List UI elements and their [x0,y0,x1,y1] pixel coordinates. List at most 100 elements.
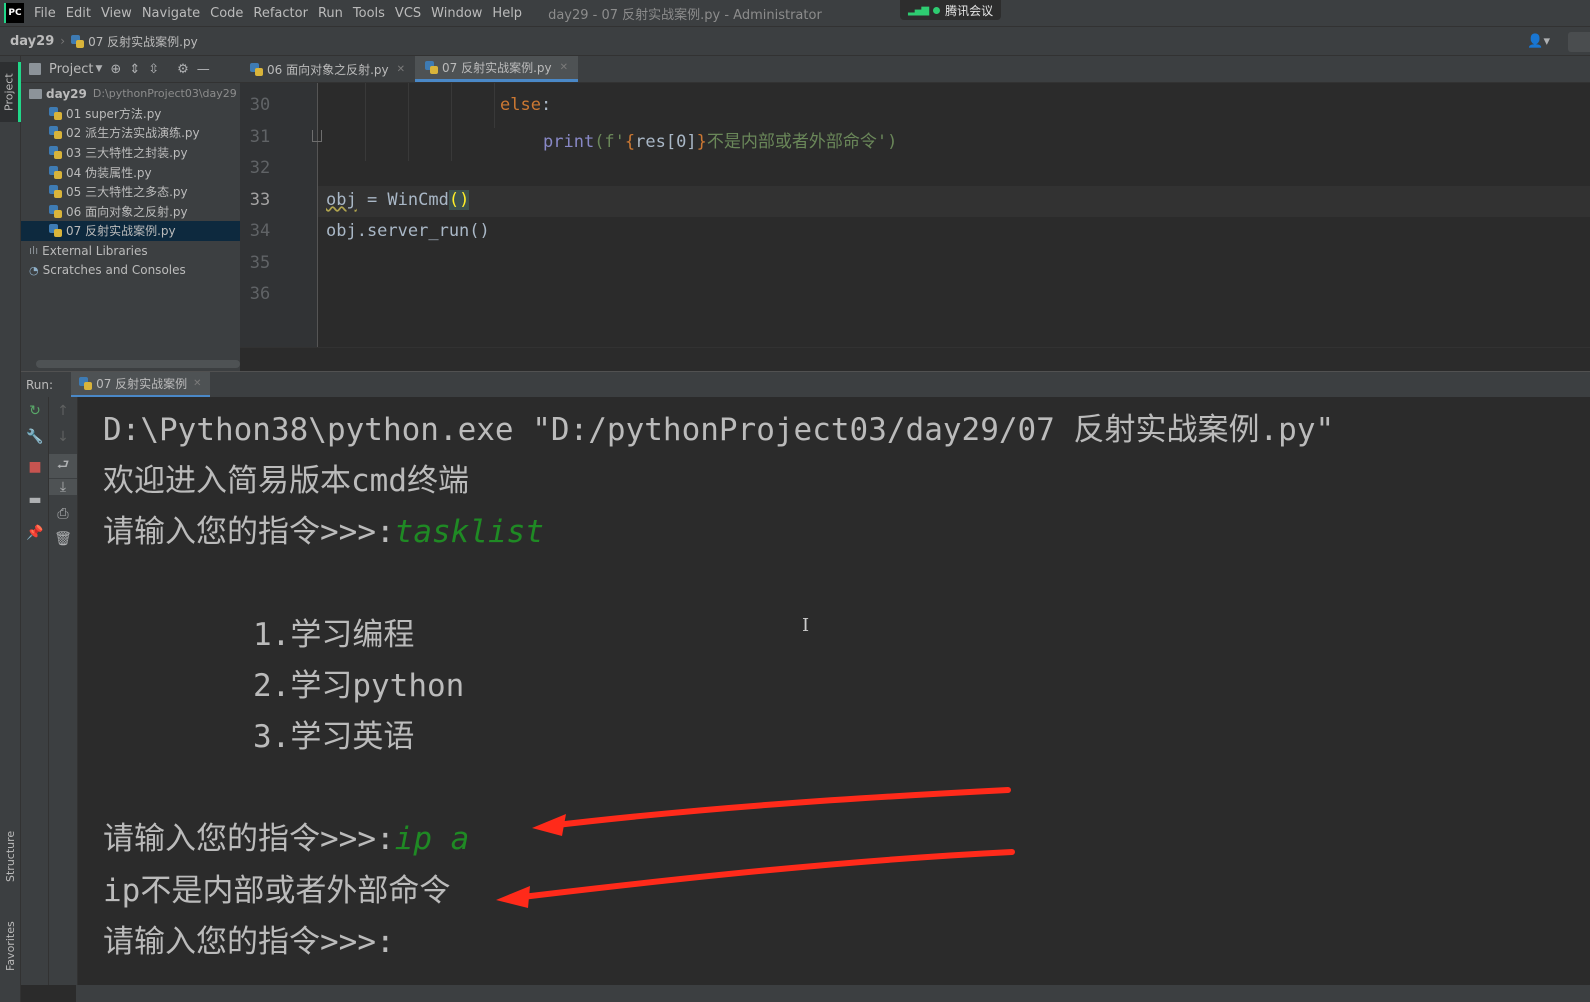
console-prompt-text: 请输入您的指令>>>: [103,514,395,550]
scroll-to-end-icon[interactable]: ⤓ [49,479,77,495]
code-token: = WinCmd [356,190,449,210]
editor-horizontal-scrollbar[interactable] [240,347,1590,371]
tree-file-selected[interactable]: 07 反射实战案例.py [21,221,240,241]
locate-icon[interactable]: ⊕ [110,62,121,77]
breadcrumb-separator-icon: › [60,34,66,48]
tool-tab-favorites[interactable]: Favorites [0,906,21,986]
rerun-icon[interactable]: ↻ [21,403,49,419]
python-file-icon [49,126,62,140]
code-editor[interactable]: 30 31 32 33 34 35 36 else: print(f'{res[… [240,83,1590,347]
console-menu-item: 1.学习编程 [253,617,415,653]
soft-wrap-icon[interactable]: ⮐ [49,454,77,478]
editor-tab-06[interactable]: 06 面向对象之反射.py ✕ [240,56,415,82]
run-tab-label: 07 反射实战案例 [96,376,188,391]
console-menu-item: 3.学习英语 [253,719,415,755]
pycharm-logo: PC [4,3,24,23]
code-token: obj [326,190,357,210]
python-file-icon [49,165,62,179]
current-line-highlight [318,186,1590,217]
menu-vcs[interactable]: VCS [395,6,421,21]
menu-window[interactable]: Window [431,6,482,21]
line-number: 32 [249,158,271,178]
project-view-selector[interactable]: Project [49,62,93,77]
console-prompt-2: 请输入您的指令>>>:ip a [103,813,469,858]
close-icon[interactable]: ✕ [193,378,201,389]
tree-file[interactable]: 03 三大特性之封装.py [21,143,240,163]
layout-icon[interactable]: ▬ [21,492,49,508]
tree-root[interactable]: day29 D:\pythonProject03\day29 [21,84,240,104]
tool-tab-project[interactable]: Project [0,62,21,122]
editor-tab-label: 07 反射实战案例.py [442,61,552,75]
line-number-gutter: 30 31 32 33 34 35 36 [240,83,322,347]
trash-icon[interactable]: 🗑 [49,531,77,547]
run-console[interactable]: D:\Python38\python.exe "D:/pythonProject… [78,397,1590,985]
tree-file[interactable]: 01 super方法.py [21,104,240,124]
stop-icon[interactable]: ■ [21,459,49,475]
line-number: 36 [249,284,271,304]
editor-tab-07[interactable]: 07 反射实战案例.py ✕ [415,56,579,82]
hide-panel-icon[interactable]: — [197,62,210,77]
code-token: res[0] [635,132,697,152]
tree-file[interactable]: 06 面向对象之反射.py [21,202,240,222]
console-prompt-3: 请输入您的指令>>>: [103,924,395,960]
fold-marker-icon[interactable] [312,130,322,142]
expand-all-icon[interactable]: ⇕ [129,62,140,77]
code-line-33: obj = WinCmd() [326,190,470,210]
code-token: ') [876,132,898,152]
wrench-icon[interactable]: 🔧 [21,429,49,445]
project-toolbar: Project ▼ ⊕ ⇕ ⇳ ⚙ — [21,56,240,83]
pin-icon[interactable]: 📌 [21,525,49,541]
breadcrumb-file[interactable]: 07 反射实战案例.py [71,33,198,50]
menu-navigate[interactable]: Navigate [142,6,200,21]
code-token: 不是内部或者外部命令 [706,132,877,152]
menu-refactor[interactable]: Refactor [253,6,308,21]
project-horizontal-scrollbar[interactable] [36,360,240,368]
meeting-indicator[interactable]: ▂▄▆ 腾讯会议 [900,0,1002,20]
tree-file-label: 02 派生方法实战演练.py [66,126,200,141]
menu-view[interactable]: View [101,6,132,21]
run-toolbar-secondary: ↑ ↓ ⮐ ⤓ ⎙ 🗑 [49,397,78,1002]
code-token: print [543,132,595,152]
arrow-up-icon[interactable]: ↑ [49,403,77,419]
line-number: 30 [249,95,271,115]
project-view-icon [29,63,41,75]
menu-edit[interactable]: Edit [66,6,91,21]
console-user-input: tasklist [394,514,544,550]
menu-run[interactable]: Run [318,6,343,21]
menu-file[interactable]: File [34,6,56,21]
tree-file-label: 06 面向对象之反射.py [66,204,188,219]
line-number: 34 [249,221,271,241]
python-file-icon [79,376,93,390]
run-tab[interactable]: 07 反射实战案例 ✕ [71,371,210,398]
print-icon[interactable]: ⎙ [49,506,77,522]
code-line-31: print(f'{res[0]}不是内部或者外部命令') [543,127,897,152]
indent-guide [494,83,495,128]
chevron-down-icon[interactable]: ▼ [95,64,102,74]
line-number: 31 [249,127,271,147]
tree-file[interactable]: 02 派生方法实战演练.py [21,123,240,143]
tree-file[interactable]: 05 三大特性之多态.py [21,182,240,202]
breadcrumb-file-label: 07 反射实战案例.py [88,34,198,49]
tree-file[interactable]: 04 伪装属性.py [21,162,240,182]
menu-help[interactable]: Help [492,6,522,21]
menu-code[interactable]: Code [210,6,243,21]
tool-tab-structure[interactable]: Structure [0,816,21,896]
close-icon[interactable]: ✕ [397,64,405,75]
console-horizontal-scrollbar[interactable] [21,985,76,1002]
run-config-icon[interactable] [1568,32,1590,52]
tree-external-libraries[interactable]: ılı External Libraries [21,241,240,261]
user-account-icon[interactable]: 👤▾ [1527,34,1550,49]
arrow-down-icon[interactable]: ↓ [49,429,77,445]
python-file-icon [425,61,439,74]
tree-root-name: day29 [46,86,87,101]
tree-root-path: D:\pythonProject03\day29 [92,87,237,101]
editor-tab-bar: 06 面向对象之反射.py ✕ 07 反射实战案例.py ✕ [240,56,1590,83]
collapse-all-icon[interactable]: ⇳ [148,62,159,77]
tree-scratches[interactable]: ◔ Scratches and Consoles [21,260,240,280]
code-token: } [696,132,707,152]
breadcrumb-root[interactable]: day29 [10,34,54,49]
gear-icon[interactable]: ⚙ [177,62,189,77]
close-icon[interactable]: ✕ [560,62,568,73]
menu-tools[interactable]: Tools [353,6,385,21]
tree-scratches-label: Scratches and Consoles [42,263,186,278]
